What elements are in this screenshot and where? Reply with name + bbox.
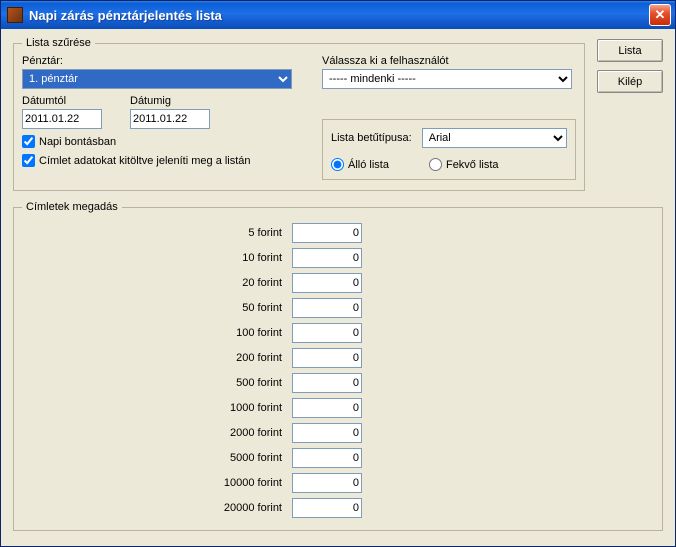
denom-label: 200 forint	[172, 352, 292, 364]
denom-input[interactable]	[292, 373, 362, 393]
close-button[interactable]: ✕	[649, 4, 671, 26]
landscape-radio[interactable]	[429, 158, 442, 171]
denom-row: 20 forint	[172, 273, 654, 293]
user-block: Válassza ki a felhasználót ----- mindenk…	[322, 55, 576, 180]
denom-groupbox: Címletek megadás 5 forint 10 forint 20 for…	[13, 201, 663, 531]
denom-label: 5000 forint	[172, 452, 292, 464]
denom-input[interactable]	[292, 448, 362, 468]
denom-input[interactable]	[292, 298, 362, 318]
denom-label: 20 forint	[172, 277, 292, 289]
denom-row: 20000 forint	[172, 498, 654, 518]
dialog-window: Napi zárás pénztárjelentés lista ✕ Lista…	[0, 0, 676, 547]
titlebar: Napi zárás pénztárjelentés lista ✕	[1, 1, 675, 29]
penztar-label: Pénztár:	[22, 55, 302, 67]
denom-label: 50 forint	[172, 302, 292, 314]
dialog-content: Lista szűrése Pénztár: 1. pénztár Dátumt…	[1, 29, 675, 546]
penztar-block: Pénztár: 1. pénztár Dátumtól Dátumig	[22, 55, 302, 180]
denom-input[interactable]	[292, 248, 362, 268]
denom-input[interactable]	[292, 473, 362, 493]
denom-row: 10 forint	[172, 248, 654, 268]
denom-row: 5 forint	[172, 223, 654, 243]
denom-row: 1000 forint	[172, 398, 654, 418]
date-to-input[interactable]	[130, 109, 210, 129]
denom-label: 10000 forint	[172, 477, 292, 489]
side-buttons: Lista Kilép	[597, 39, 663, 93]
kilep-button[interactable]: Kilép	[597, 70, 663, 93]
font-panel: Lista betűtípusa: Arial Álló lista	[322, 119, 576, 180]
denom-legend: Címletek megadás	[22, 201, 122, 213]
lista-button[interactable]: Lista	[597, 39, 663, 62]
portrait-label: Álló lista	[348, 159, 389, 171]
denom-label: 20000 forint	[172, 502, 292, 514]
denom-input[interactable]	[292, 498, 362, 518]
font-label: Lista betűtípusa:	[331, 132, 412, 144]
denom-input[interactable]	[292, 398, 362, 418]
user-label: Válassza ki a felhasználót	[322, 55, 576, 67]
denom-input[interactable]	[292, 348, 362, 368]
denom-label: 1000 forint	[172, 402, 292, 414]
denom-input[interactable]	[292, 223, 362, 243]
denomfill-checkbox[interactable]	[22, 154, 35, 167]
denom-row: 100 forint	[172, 323, 654, 343]
denom-input[interactable]	[292, 273, 362, 293]
font-select[interactable]: Arial	[422, 128, 567, 148]
denom-label: 100 forint	[172, 327, 292, 339]
penztar-select[interactable]: 1. pénztár	[22, 69, 292, 89]
portrait-option[interactable]: Álló lista	[331, 158, 389, 171]
date-from-label: Dátumtól	[22, 95, 102, 107]
close-icon: ✕	[655, 7, 666, 23]
denomfill-label: Címlet adatokat kitöltve jeleníti meg a …	[39, 155, 251, 167]
landscape-option[interactable]: Fekvő lista	[429, 158, 499, 171]
denom-row: 2000 forint	[172, 423, 654, 443]
denom-label: 2000 forint	[172, 427, 292, 439]
denom-input[interactable]	[292, 323, 362, 343]
daily-checkbox[interactable]	[22, 135, 35, 148]
denom-label: 10 forint	[172, 252, 292, 264]
date-from-input[interactable]	[22, 109, 102, 129]
denom-label: 5 forint	[172, 227, 292, 239]
portrait-radio[interactable]	[331, 158, 344, 171]
filter-groupbox: Lista szűrése Pénztár: 1. pénztár Dátumt…	[13, 37, 585, 191]
window-title: Napi zárás pénztárjelentés lista	[29, 8, 649, 23]
denom-rows: 5 forint 10 forint 20 forint 50 forint 100 f…	[172, 223, 654, 518]
denom-label: 500 forint	[172, 377, 292, 389]
filter-legend: Lista szűrése	[22, 37, 95, 49]
denom-row: 500 forint	[172, 373, 654, 393]
denom-input[interactable]	[292, 423, 362, 443]
denom-row: 5000 forint	[172, 448, 654, 468]
date-to-label: Dátumig	[130, 95, 210, 107]
denom-row: 10000 forint	[172, 473, 654, 493]
daily-label: Napi bontásban	[39, 136, 116, 148]
denom-row: 50 forint	[172, 298, 654, 318]
app-icon	[7, 7, 23, 23]
landscape-label: Fekvő lista	[446, 159, 499, 171]
denom-row: 200 forint	[172, 348, 654, 368]
user-select[interactable]: ----- mindenki -----	[322, 69, 572, 89]
